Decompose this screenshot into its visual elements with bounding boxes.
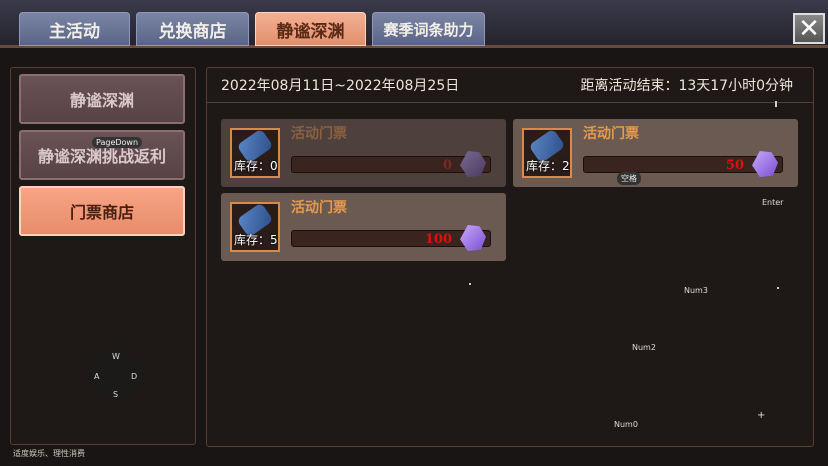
sidebar-item-ticket-shop[interactable]: 门票商店 — [19, 186, 185, 236]
close-button[interactable]: ✕ — [793, 13, 825, 44]
item-stock: 库存：5 — [234, 233, 278, 247]
key-hint-enter: Enter — [762, 198, 784, 207]
item-price: 100 — [424, 232, 452, 247]
key-hint-pagedown: PageDown — [92, 137, 143, 148]
tab-main-activity[interactable]: 主活动 — [19, 12, 130, 46]
item-price: 50 — [725, 158, 744, 173]
event-info-bar: 2022年08月11日~2022年08月25日 距离活动结束：13天17小时0分… — [207, 68, 813, 103]
ticket-scroll-icon: 库存：5 — [230, 202, 280, 252]
event-countdown: 距离活动结束：13天17小时0分钟 — [580, 78, 793, 94]
item-name: 活动门票 — [291, 126, 347, 142]
key-hint-num2: Num2 — [632, 343, 656, 352]
price-bar: 50 — [583, 151, 783, 177]
item-name: 活动门票 — [583, 126, 639, 142]
event-date-range: 2022年08月11日~2022年08月25日 — [221, 78, 460, 94]
item-name: 活动门票 — [291, 200, 347, 216]
close-icon: ✕ — [798, 13, 820, 44]
marker-dot — [777, 287, 779, 289]
tab-exchange-shop[interactable]: 兑换商店 — [136, 12, 249, 46]
crosshair-plus-icon: + — [757, 410, 766, 421]
key-hint-space: 空格 — [617, 172, 641, 185]
price-bar: 100 — [291, 225, 491, 251]
shop-item-card[interactable]: 库存：2 活动门票 50 — [513, 119, 798, 187]
marker-dot — [775, 101, 777, 107]
ticket-scroll-icon: 库存：2 — [522, 128, 572, 178]
gem-currency-icon — [460, 151, 486, 177]
shop-item-card[interactable]: 库存：5 活动门票 100 — [221, 193, 506, 261]
footer-notice: 适度娱乐、理性消费 — [13, 449, 85, 458]
tab-quiet-abyss[interactable]: 静谧深渊 — [255, 12, 366, 46]
ticket-scroll-icon: 库存：0 — [230, 128, 280, 178]
item-price: 0 — [442, 158, 452, 173]
gem-currency-icon — [460, 225, 486, 251]
key-hint-num3: Num3 — [684, 286, 708, 295]
marker-dot — [469, 283, 471, 285]
key-hint-w: W — [112, 352, 120, 361]
key-hint-s: S — [113, 390, 119, 399]
sidebar-item-quiet-abyss[interactable]: 静谧深渊 — [19, 74, 185, 124]
item-stock: 库存：0 — [234, 159, 278, 173]
item-stock: 库存：2 — [526, 159, 570, 173]
gem-currency-icon — [752, 151, 778, 177]
key-hint-d: D — [131, 372, 138, 381]
shop-item-card[interactable]: 库存：0 活动门票 0 — [221, 119, 506, 187]
tab-season-boost[interactable]: 赛季词条助力 — [372, 12, 485, 46]
key-hint-num0: Num0 — [614, 420, 638, 429]
price-bar: 0 — [291, 151, 491, 177]
key-hint-a: A — [94, 372, 100, 381]
